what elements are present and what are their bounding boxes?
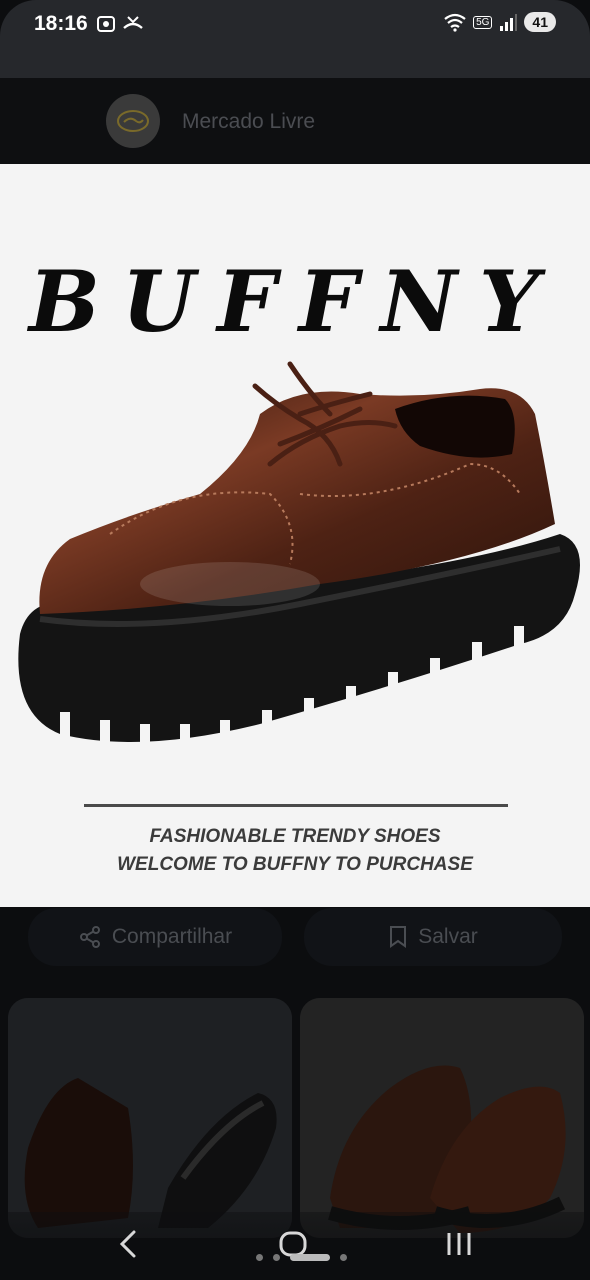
hero-tagline-1: FASHIONABLE TRENDY SHOES bbox=[149, 826, 441, 847]
share-button[interactable]: Compartilhar bbox=[28, 908, 282, 966]
app-name: Mercado Livre bbox=[182, 110, 316, 133]
status-bar: 18:16 5G 41 bbox=[0, 0, 590, 78]
battery-indicator: 41 bbox=[524, 12, 556, 32]
hero-divider bbox=[84, 804, 508, 807]
related-image-1[interactable] bbox=[8, 998, 292, 1238]
status-time: 18:16 bbox=[34, 12, 88, 35]
recents-icon[interactable] bbox=[444, 1228, 474, 1260]
shoe-thumbnail-2 bbox=[300, 998, 584, 1238]
missed-call-icon bbox=[123, 16, 143, 29]
page-dot bbox=[273, 1254, 280, 1261]
screenshot-icon bbox=[97, 16, 115, 32]
shoe-image bbox=[18, 361, 581, 752]
signal-icon bbox=[500, 14, 518, 31]
hero-tagline-2: WELCOME TO BUFFNY TO PURCHASE bbox=[117, 854, 473, 875]
product-image[interactable]: BUFFNY FASHIONABLE TRENDY SHOES WELCOME … bbox=[0, 164, 590, 907]
handshake-icon bbox=[117, 110, 149, 132]
page-dot-active bbox=[290, 1254, 330, 1261]
save-button-label: Salvar bbox=[418, 925, 478, 948]
page-dot bbox=[340, 1254, 347, 1261]
mercado-livre-logo[interactable] bbox=[106, 94, 160, 148]
page-dot bbox=[256, 1254, 263, 1261]
app-header: Mercado Livre bbox=[0, 78, 590, 164]
wifi-icon bbox=[444, 13, 466, 32]
network-type-label: 5G bbox=[473, 15, 493, 29]
save-button[interactable]: Salvar bbox=[304, 908, 562, 966]
status-system-icons: 5G 41 bbox=[443, 12, 556, 32]
status-notification-icons bbox=[96, 14, 144, 34]
bookmark-icon bbox=[390, 926, 407, 948]
shoe-thumbnail-1 bbox=[8, 998, 292, 1238]
system-navigation-bar bbox=[0, 1212, 590, 1280]
back-icon[interactable] bbox=[116, 1228, 140, 1260]
share-button-label: Compartilhar bbox=[111, 925, 233, 948]
page-indicator bbox=[256, 1254, 347, 1261]
related-image-2[interactable] bbox=[300, 998, 584, 1238]
share-icon bbox=[79, 926, 100, 948]
